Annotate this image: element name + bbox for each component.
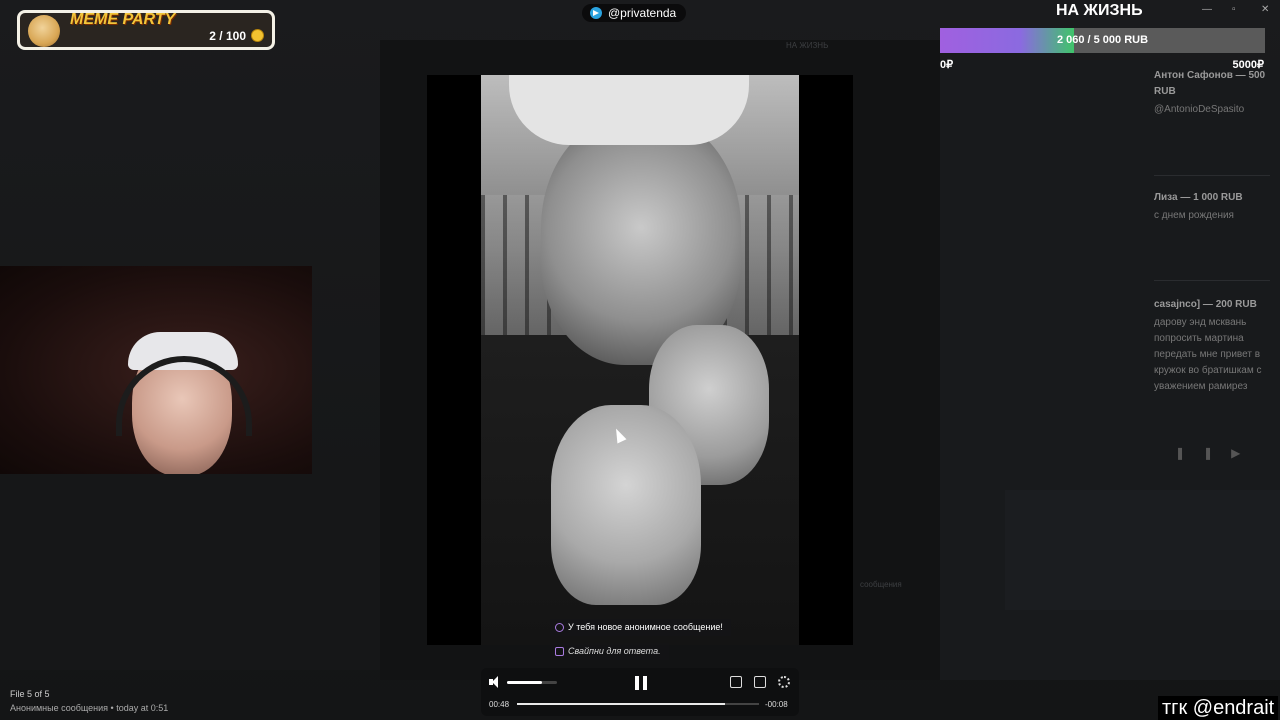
notification-text: У тебя новое анонимное сообщение! xyxy=(568,622,723,632)
volume-slider-fill xyxy=(507,681,542,684)
divider xyxy=(1154,175,1270,176)
maximize-icon[interactable]: ▫ xyxy=(1232,4,1236,15)
video-frame[interactable] xyxy=(481,75,799,645)
donation-item: Лиза — 1 000 RUB с днем рождения xyxy=(1154,190,1270,224)
settings-gear-icon[interactable] xyxy=(778,676,790,688)
file-source: Анонимные сообщения • today at 0:51 xyxy=(10,703,169,713)
background-text: сообщения xyxy=(860,580,902,589)
meme-party-title: MEME PARTY xyxy=(70,11,176,28)
donation-item: casajnco] — 200 RUB дарову энд мсквань п… xyxy=(1154,297,1270,395)
donation-message: дарову энд мсквань попросить мартина пер… xyxy=(1154,317,1262,392)
goal-title: НА ЖИЗНЬ xyxy=(1056,2,1143,19)
message-icon xyxy=(555,623,564,632)
picture-in-picture-icon[interactable] xyxy=(754,676,766,688)
meme-party-widget: MEME PARTY 2 / 100 xyxy=(17,10,275,50)
reply-icon xyxy=(555,647,564,656)
seek-bar[interactable] xyxy=(517,703,759,705)
donation-item: Антон Сафонов — 500 RUB @AntonioDeSpasit… xyxy=(1154,68,1270,118)
skip-icon[interactable]: ▶ xyxy=(1231,446,1258,460)
minimize-icon[interactable]: — xyxy=(1202,4,1212,15)
telegram-icon xyxy=(590,7,602,19)
seek-bar-fill xyxy=(517,703,726,705)
goal-progress-text: 2 060 / 5 000 RUB xyxy=(1056,34,1149,46)
watermark: тгк @endrait xyxy=(1158,696,1279,720)
meme-party-count: 2 / 100 xyxy=(209,29,246,43)
volume-icon[interactable] xyxy=(489,676,501,688)
doge-icon xyxy=(28,15,60,47)
stream-screen: НА ЖИЗНЬ сообщения MEME PARTY 2 / 100 @p… xyxy=(0,0,1280,720)
donation-controls: ❚❚▶ xyxy=(1175,446,1258,460)
video-person-cap xyxy=(509,75,749,145)
donation-message: с днем рождения xyxy=(1154,210,1234,221)
anonymous-message-notification[interactable]: У тебя новое анонимное сообщение! xyxy=(550,619,731,636)
video-player-controls: 00:48 -00:08 xyxy=(481,668,799,716)
volume-slider[interactable] xyxy=(507,681,557,684)
remaining-time: -00:08 xyxy=(765,700,788,709)
webcam-feed xyxy=(0,266,312,474)
file-index: File 5 of 5 xyxy=(10,689,50,699)
donation-message: @AntonioDeSpasito xyxy=(1154,104,1245,115)
swipe-hint-text: Свайпни для ответа. xyxy=(568,646,661,656)
coin-icon xyxy=(251,29,264,42)
donation-name: Антон Сафонов — 500 RUB xyxy=(1154,70,1266,97)
goal-min-label: 0₽ xyxy=(940,59,954,71)
video-person-fist xyxy=(551,405,701,605)
swipe-hint: Свайпни для ответа. xyxy=(550,643,669,660)
video-viewer[interactable] xyxy=(427,75,853,645)
fullscreen-icon[interactable] xyxy=(730,676,742,688)
telegram-handle: @privatenda xyxy=(608,6,677,20)
pause-button[interactable] xyxy=(634,676,648,690)
goal-progress-bar: 2 060 / 5 000 RUB xyxy=(940,28,1265,53)
pause-icon[interactable]: ❚❚ xyxy=(1175,446,1231,460)
telegram-handle-badge: @privatenda xyxy=(582,4,687,22)
background-text: НА ЖИЗНЬ xyxy=(786,41,829,50)
close-icon[interactable]: ✕ xyxy=(1261,4,1269,15)
background-obs-sources xyxy=(1005,490,1280,610)
elapsed-time: 00:48 xyxy=(489,700,510,709)
divider xyxy=(1154,280,1270,281)
background-obs-panel xyxy=(0,470,380,670)
donation-name: casajnco] — 200 RUB xyxy=(1154,299,1257,310)
donation-name: Лиза — 1 000 RUB xyxy=(1154,192,1243,203)
